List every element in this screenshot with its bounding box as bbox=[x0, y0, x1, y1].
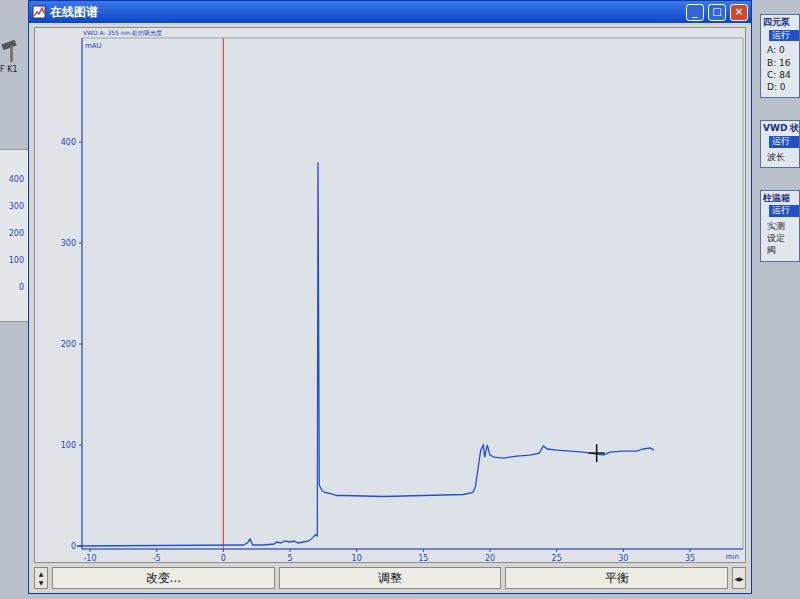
x-tick: -5 bbox=[153, 554, 161, 563]
plot-frame bbox=[82, 38, 743, 549]
y-tick-mark bbox=[79, 243, 82, 244]
y-tick-mark bbox=[79, 142, 82, 143]
y-tick: 0 bbox=[71, 542, 76, 551]
status-line: 波长 bbox=[763, 151, 799, 163]
x-tick-mark bbox=[356, 549, 357, 552]
toolbar-button[interactable]: 改变... bbox=[52, 567, 275, 589]
y-tick: 0 bbox=[0, 284, 24, 311]
window-icon bbox=[32, 5, 46, 19]
button-row: ▲▼改变...调整平衡◀▶ bbox=[34, 567, 746, 589]
close-button[interactable]: × bbox=[730, 4, 748, 21]
tool-head bbox=[1, 40, 16, 50]
desktop: F K14003002001000在线图谱_□×VWD A: 355 nm 处的… bbox=[0, 0, 800, 599]
crosshair-v bbox=[596, 444, 598, 462]
x-tick: 35 bbox=[685, 554, 695, 563]
x-tick: 10 bbox=[352, 554, 362, 563]
status-line: D: 0 bbox=[763, 81, 799, 93]
x-unit: min bbox=[726, 553, 739, 561]
chart-area: VWD A: 355 nm 处的吸光度mAU0100200300400-10-5… bbox=[34, 27, 746, 563]
spinner[interactable]: ▲▼ bbox=[34, 567, 48, 589]
chart-window: 在线图谱_□×VWD A: 355 nm 处的吸光度mAU01002003004… bbox=[28, 0, 752, 594]
window-title: 在线图谱 bbox=[50, 3, 682, 21]
chromatogram[interactable]: VWD A: 355 nm 处的吸光度mAU0100200300400-10-5… bbox=[35, 28, 747, 564]
x-tick-mark bbox=[423, 549, 424, 552]
status-line: C: 84 bbox=[763, 69, 799, 81]
x-tick-mark bbox=[689, 549, 690, 552]
toolbar-button[interactable]: 平衡 bbox=[505, 567, 728, 589]
maximize-button[interactable]: □ bbox=[708, 4, 726, 21]
y-tick-mark bbox=[79, 445, 82, 446]
time-marker bbox=[223, 38, 224, 549]
panel-title: VWD 状 bbox=[763, 123, 799, 134]
y-tick: 100 bbox=[61, 441, 76, 450]
y-tick: 100 bbox=[0, 257, 24, 284]
window-body: VWD A: 355 nm 处的吸光度mAU0100200300400-10-5… bbox=[29, 23, 751, 592]
y-tick: 400 bbox=[0, 176, 24, 203]
x-tick-mark bbox=[223, 549, 224, 552]
tool-icon[interactable] bbox=[0, 38, 24, 66]
signal-trace bbox=[77, 162, 654, 546]
y-tick: 400 bbox=[61, 138, 76, 147]
y-tick-mark bbox=[79, 344, 82, 345]
y-unit: mAU bbox=[85, 42, 102, 50]
panel-title: 柱温箱 bbox=[763, 193, 799, 204]
x-tick-mark bbox=[556, 549, 557, 552]
x-tick-mark bbox=[90, 549, 91, 552]
x-tick: 0 bbox=[221, 554, 226, 563]
status-line: 阀 bbox=[763, 244, 799, 256]
status-strip: 四元泵运行A: 0B: 16C: 84D: 0VWD 状运行波长柱温箱运行实测设… bbox=[760, 0, 800, 599]
status-line: 设定 bbox=[763, 232, 799, 244]
x-tick-mark bbox=[156, 549, 157, 552]
state-badge: 运行 bbox=[769, 205, 799, 217]
crosshair-icon bbox=[589, 444, 605, 462]
y-tick: 300 bbox=[0, 203, 24, 230]
x-tick: 15 bbox=[418, 554, 428, 563]
left-strip: F K1 4003002001000 bbox=[0, 0, 28, 599]
pager[interactable]: ◀▶ bbox=[732, 567, 746, 589]
tool-handle bbox=[10, 46, 13, 62]
status-panel: 柱温箱运行实测设定阀 bbox=[760, 190, 800, 262]
x-tick: 5 bbox=[287, 554, 292, 563]
icon-line bbox=[34, 8, 44, 16]
x-tick: 30 bbox=[618, 554, 628, 563]
y-tick: 200 bbox=[61, 340, 76, 349]
y-tick: 300 bbox=[61, 239, 76, 248]
y-tick: 200 bbox=[0, 230, 24, 257]
left-label: F K1 bbox=[0, 66, 28, 75]
status-line: 实测 bbox=[763, 220, 799, 232]
x-tick: 20 bbox=[485, 554, 495, 563]
x-tick-mark bbox=[289, 549, 290, 552]
left-chart-panel: 4003002001000 bbox=[0, 149, 28, 322]
panel-title: 四元泵 bbox=[763, 17, 799, 28]
x-axis bbox=[82, 549, 743, 550]
x-tick-mark bbox=[489, 549, 490, 552]
x-tick-mark bbox=[623, 549, 624, 552]
state-badge: 运行 bbox=[769, 136, 799, 148]
x-tick: 25 bbox=[552, 554, 562, 563]
spin-down-button[interactable]: ▼ bbox=[35, 578, 47, 587]
status-panel: 四元泵运行 A: 0B: 16C: 84D: 0 bbox=[760, 14, 800, 98]
state-badge: 运行 bbox=[769, 30, 799, 42]
y-axis bbox=[82, 38, 83, 549]
x-tick: -10 bbox=[83, 554, 96, 563]
status-line: A: 0 bbox=[763, 44, 799, 56]
toolbar-button[interactable]: 调整 bbox=[279, 567, 502, 589]
title-bar: 在线图谱_□× bbox=[29, 1, 751, 23]
minimize-button[interactable]: _ bbox=[686, 4, 704, 21]
status-panel: VWD 状运行波长 bbox=[760, 120, 800, 168]
chart-title: VWD A: 355 nm 处的吸光度 bbox=[83, 29, 162, 36]
spin-up-button[interactable]: ▲ bbox=[35, 569, 47, 578]
page-left-button[interactable]: ◀ bbox=[734, 574, 739, 583]
status-line: B: 16 bbox=[763, 57, 799, 69]
icon-frame bbox=[33, 6, 45, 18]
page-right-button[interactable]: ▶ bbox=[739, 574, 744, 583]
